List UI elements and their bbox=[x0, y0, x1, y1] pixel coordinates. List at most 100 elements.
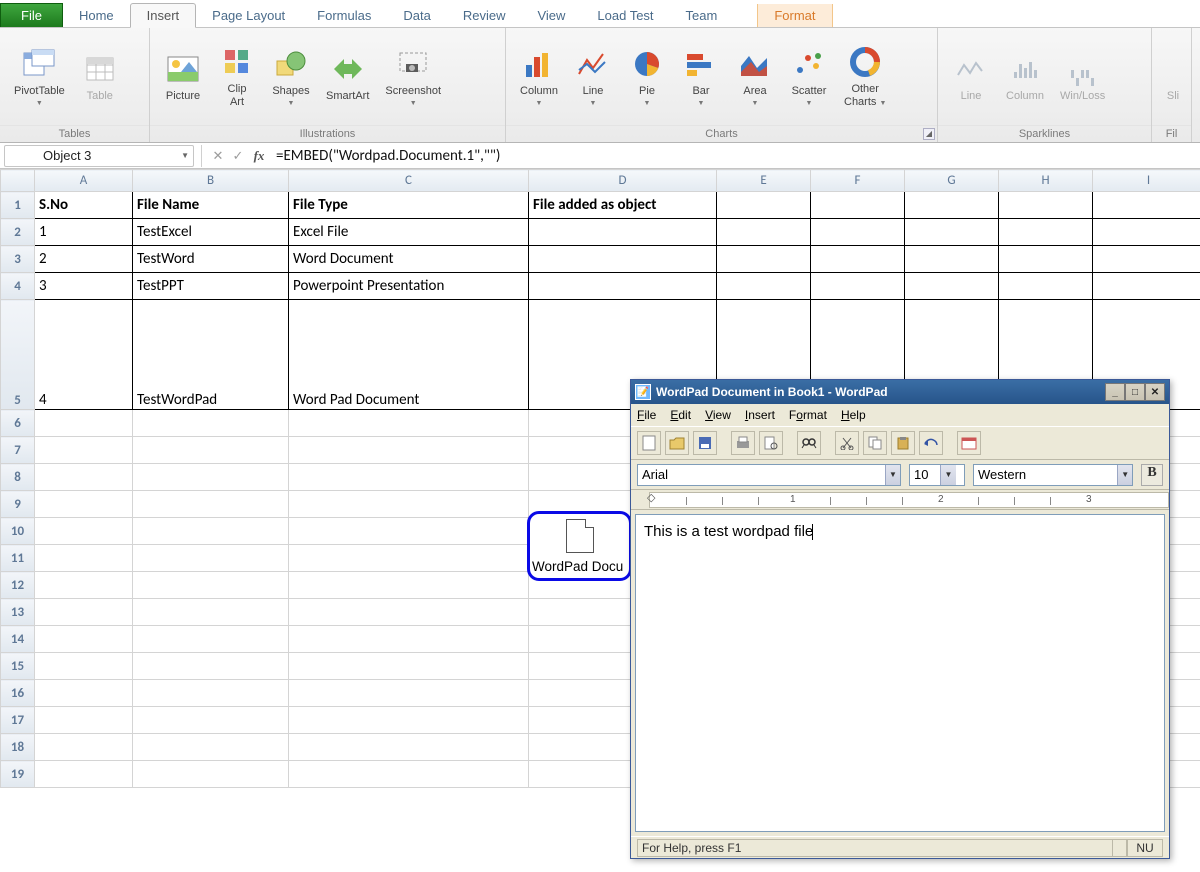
menu-file[interactable]: File bbox=[637, 408, 656, 422]
row-header[interactable]: 2 bbox=[1, 219, 35, 246]
tab-format-context[interactable]: Format bbox=[757, 4, 832, 27]
minimize-button[interactable]: _ bbox=[1105, 383, 1125, 401]
find-button[interactable] bbox=[797, 431, 821, 455]
cell[interactable]: TestWordPad bbox=[133, 300, 289, 410]
row-header[interactable]: 12 bbox=[1, 572, 35, 599]
slicer-button[interactable]: Sli bbox=[1158, 52, 1188, 103]
tab-formulas[interactable]: Formulas bbox=[301, 4, 387, 27]
font-combo[interactable]: ▼ bbox=[637, 464, 901, 486]
cell[interactable]: TestExcel bbox=[133, 219, 289, 246]
col-header[interactable]: A bbox=[35, 170, 133, 192]
table-button[interactable]: Table bbox=[73, 52, 127, 103]
cell[interactable] bbox=[529, 246, 717, 273]
menu-format[interactable]: Format bbox=[789, 408, 827, 422]
col-header[interactable]: I bbox=[1093, 170, 1200, 192]
row-header[interactable]: 4 bbox=[1, 273, 35, 300]
tab-page-layout[interactable]: Page Layout bbox=[196, 4, 301, 27]
row-header[interactable]: 19 bbox=[1, 761, 35, 788]
sparkline-winloss-button[interactable]: Win/Loss bbox=[1052, 52, 1113, 103]
fontsize-input[interactable] bbox=[910, 465, 940, 485]
clipart-button[interactable]: ClipArt bbox=[210, 45, 264, 109]
row-header[interactable]: 6 bbox=[1, 410, 35, 437]
tab-data[interactable]: Data bbox=[387, 4, 446, 27]
shapes-button[interactable]: Shapes▼ bbox=[264, 47, 318, 107]
name-box[interactable]: Object 3 ▼ bbox=[4, 145, 194, 167]
row-header[interactable]: 15 bbox=[1, 653, 35, 680]
pivottable-button[interactable]: PivotTable▼ bbox=[6, 47, 73, 107]
chart-column-button[interactable]: Column▼ bbox=[512, 47, 566, 107]
dropdown-icon[interactable]: ▼ bbox=[1117, 465, 1132, 485]
row-header[interactable]: 14 bbox=[1, 626, 35, 653]
select-all-corner[interactable] bbox=[1, 170, 35, 192]
menu-view[interactable]: View bbox=[705, 408, 731, 422]
tab-insert[interactable]: Insert bbox=[130, 3, 197, 28]
chart-other-button[interactable]: OtherCharts ▼ bbox=[836, 45, 894, 110]
fontsize-combo[interactable]: ▼ bbox=[909, 464, 965, 486]
cell[interactable]: File Name bbox=[133, 192, 289, 219]
cell[interactable]: File Type bbox=[289, 192, 529, 219]
tab-review[interactable]: Review bbox=[447, 4, 522, 27]
save-button[interactable] bbox=[693, 431, 717, 455]
tab-home[interactable]: Home bbox=[63, 4, 130, 27]
dropdown-icon[interactable]: ▼ bbox=[940, 465, 956, 485]
col-header[interactable]: D bbox=[529, 170, 717, 192]
enter-button[interactable]: ✓ bbox=[228, 148, 248, 164]
row-header[interactable]: 8 bbox=[1, 464, 35, 491]
insert-function-button[interactable]: fx bbox=[248, 148, 270, 164]
cell[interactable]: Excel File bbox=[289, 219, 529, 246]
wordpad-editor[interactable]: This is a test wordpad file bbox=[635, 514, 1165, 832]
row-header[interactable]: 7 bbox=[1, 437, 35, 464]
row-header[interactable]: 13 bbox=[1, 599, 35, 626]
col-header[interactable]: E bbox=[717, 170, 811, 192]
row-header[interactable]: 3 bbox=[1, 246, 35, 273]
cell[interactable]: TestWord bbox=[133, 246, 289, 273]
cell[interactable] bbox=[529, 273, 717, 300]
wordpad-window[interactable]: 📝 WordPad Document in Book1 - WordPad _ … bbox=[630, 379, 1170, 859]
print-button[interactable] bbox=[731, 431, 755, 455]
cell[interactable]: 1 bbox=[35, 219, 133, 246]
row-header[interactable]: 10 bbox=[1, 518, 35, 545]
ruler-indent-marker[interactable]: ◇ bbox=[647, 491, 655, 504]
cell[interactable]: Word Document bbox=[289, 246, 529, 273]
chart-bar-button[interactable]: Bar▼ bbox=[674, 47, 728, 107]
print-preview-button[interactable] bbox=[759, 431, 783, 455]
maximize-button[interactable]: □ bbox=[1125, 383, 1145, 401]
row-header[interactable]: 17 bbox=[1, 707, 35, 734]
row-header[interactable]: 5 bbox=[1, 300, 35, 410]
menu-help[interactable]: Help bbox=[841, 408, 866, 422]
sparkline-column-button[interactable]: Column bbox=[998, 52, 1052, 103]
dropdown-icon[interactable]: ▼ bbox=[885, 465, 900, 485]
smartart-button[interactable]: SmartArt bbox=[318, 52, 377, 103]
copy-button[interactable] bbox=[863, 431, 887, 455]
script-combo[interactable]: ▼ bbox=[973, 464, 1133, 486]
tab-file[interactable]: File bbox=[0, 3, 63, 27]
tab-view[interactable]: View bbox=[521, 4, 581, 27]
bold-button[interactable]: B bbox=[1141, 464, 1163, 486]
cut-button[interactable] bbox=[835, 431, 859, 455]
tab-load-test[interactable]: Load Test bbox=[581, 4, 669, 27]
wordpad-titlebar[interactable]: 📝 WordPad Document in Book1 - WordPad _ … bbox=[631, 380, 1169, 404]
close-button[interactable]: ✕ bbox=[1145, 383, 1165, 401]
menu-insert[interactable]: Insert bbox=[745, 408, 775, 422]
cancel-button[interactable]: ✕ bbox=[208, 148, 228, 164]
col-header[interactable]: H bbox=[999, 170, 1093, 192]
cell[interactable]: Word Pad Document bbox=[289, 300, 529, 410]
new-button[interactable] bbox=[637, 431, 661, 455]
row-header[interactable]: 1 bbox=[1, 192, 35, 219]
script-input[interactable] bbox=[974, 465, 1117, 485]
col-header[interactable]: F bbox=[811, 170, 905, 192]
undo-button[interactable] bbox=[919, 431, 943, 455]
tab-team[interactable]: Team bbox=[670, 4, 734, 27]
sparkline-line-button[interactable]: Line bbox=[944, 52, 998, 103]
chart-pie-button[interactable]: Pie▼ bbox=[620, 47, 674, 107]
row-header[interactable]: 18 bbox=[1, 734, 35, 761]
wordpad-ruler[interactable]: ◇ 1 2 3 bbox=[631, 490, 1169, 510]
row-header[interactable]: 16 bbox=[1, 680, 35, 707]
col-header[interactable]: C bbox=[289, 170, 529, 192]
picture-button[interactable]: Picture bbox=[156, 52, 210, 103]
paste-button[interactable] bbox=[891, 431, 915, 455]
chart-area-button[interactable]: Area▼ bbox=[728, 47, 782, 107]
cell[interactable]: 3 bbox=[35, 273, 133, 300]
cell[interactable]: TestPPT bbox=[133, 273, 289, 300]
screenshot-button[interactable]: Screenshot▼ bbox=[377, 47, 449, 107]
